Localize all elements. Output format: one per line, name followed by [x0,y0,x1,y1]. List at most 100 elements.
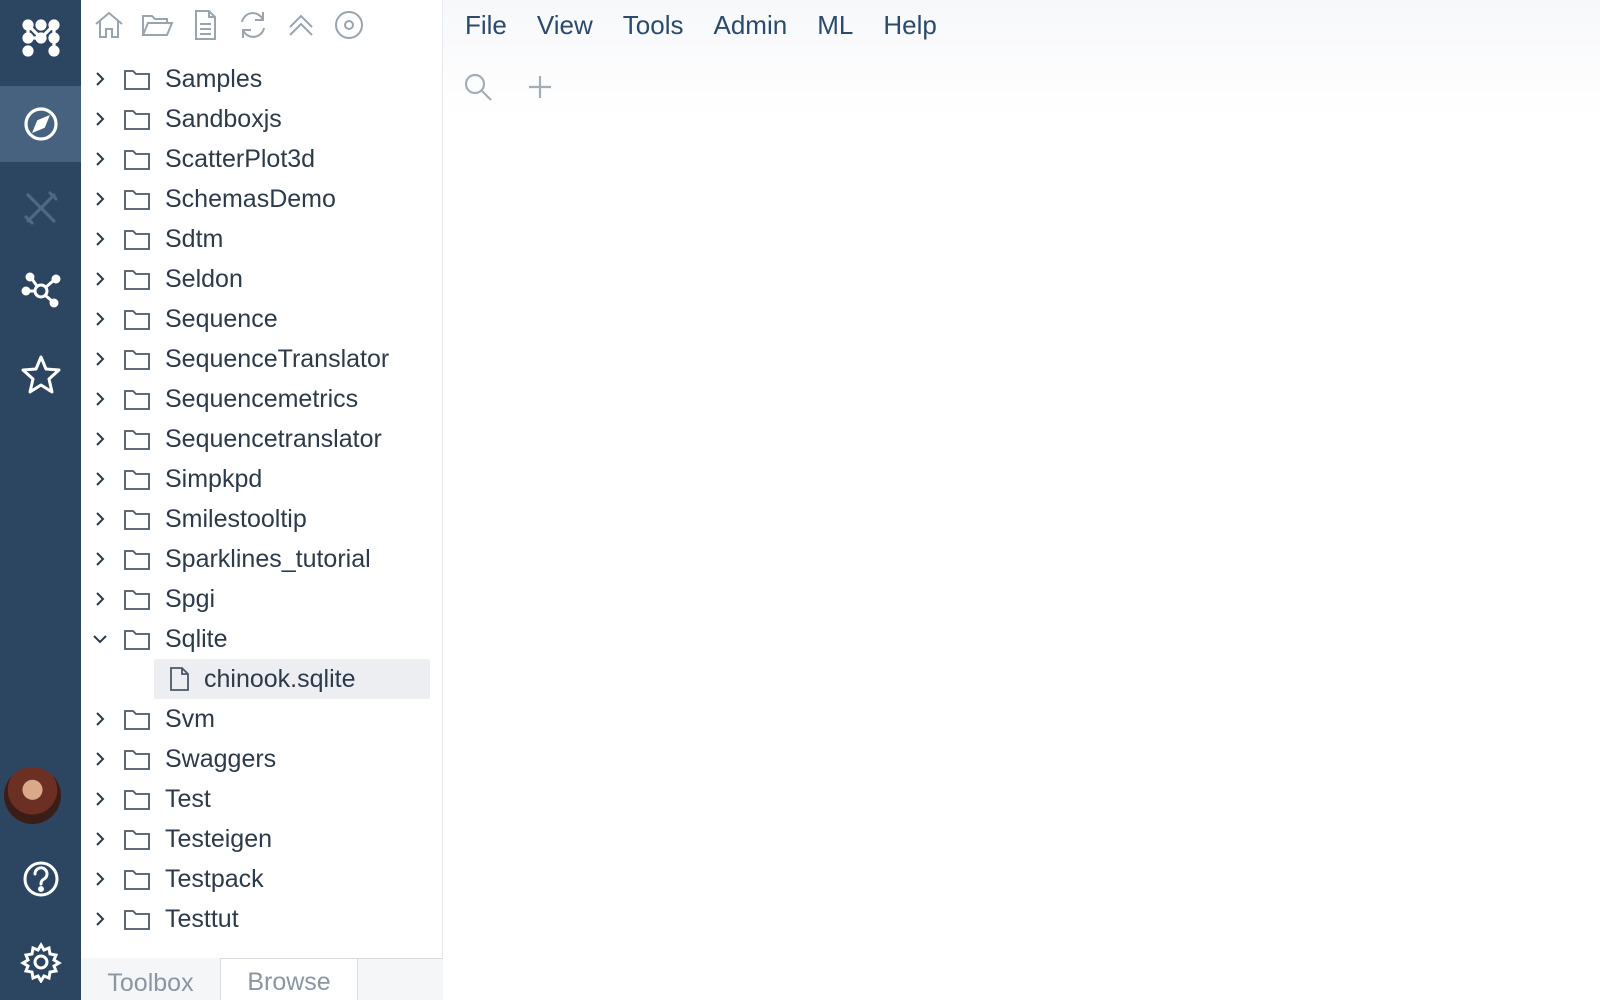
chevron-right-icon[interactable] [91,590,109,608]
folder-icon [123,426,153,452]
tree-folder-row[interactable]: Sequencetranslator [81,419,443,459]
chevron-right-icon[interactable] [91,150,109,168]
tree-folder-row[interactable]: Swaggers [81,739,443,779]
open-folder-icon[interactable] [137,5,177,45]
chevron-down-icon[interactable] [91,630,109,648]
main-menu: File View Tools Admin ML Help [465,10,937,41]
folder-icon [123,746,153,772]
folder-icon [123,866,153,892]
tree-folder-row[interactable]: Sparklines_tutorial [81,539,443,579]
plus-icon[interactable] [523,70,557,104]
folder-icon [123,226,153,252]
tree-folder-label: Simpkpd [165,464,263,493]
chevron-right-icon[interactable] [91,830,109,848]
chevron-right-icon[interactable] [91,390,109,408]
tree-folder-label: Sqlite [165,624,228,653]
collapse-up-icon[interactable] [281,5,321,45]
menu-ml[interactable]: ML [817,10,853,41]
folder-icon [123,386,153,412]
tree-folder-row[interactable]: SequenceTranslator [81,339,443,379]
tree-folder-label: Sequencemetrics [165,384,359,413]
file-icon [168,665,190,693]
gear-icon[interactable] [0,924,81,1000]
chevron-right-icon[interactable] [91,350,109,368]
tree-folder-row[interactable]: ScatterPlot3d [81,139,443,179]
tree-file-row[interactable]: chinook.sqlite [154,659,430,699]
tree-folder-row[interactable]: Testpack [81,859,443,899]
folder-icon [123,186,153,212]
tree-folder-label: Sequence [165,304,278,333]
folder-icon [123,906,153,932]
folder-icon [123,146,153,172]
chevron-right-icon[interactable] [91,790,109,808]
tree-folder-row[interactable]: Sequence [81,299,443,339]
tree-folder-label: Seldon [165,264,243,293]
tree-folder-row[interactable]: Sdtm [81,219,443,259]
avatar[interactable] [4,767,61,824]
tree-folder-row[interactable]: Test [81,779,443,819]
menu-file[interactable]: File [465,10,507,41]
tree-folder-label: SchemasDemo [165,184,336,213]
menu-admin[interactable]: Admin [714,10,788,41]
tree-folder-row[interactable]: Seldon [81,259,443,299]
chevron-right-icon[interactable] [91,470,109,488]
tree-folder-row[interactable]: Sequencemetrics [81,379,443,419]
target-icon[interactable] [329,5,369,45]
main-toolbar [461,70,557,104]
folder-icon [123,826,153,852]
chevron-right-icon[interactable] [91,870,109,888]
tree-folder-label: Testeigen [165,824,273,853]
folder-icon [123,306,153,332]
main-area: File View Tools Admin ML Help [443,0,1600,1000]
folder-icon [123,786,153,812]
chevron-right-icon[interactable] [91,910,109,928]
refresh-icon[interactable] [233,5,273,45]
chevron-right-icon[interactable] [91,270,109,288]
help-icon[interactable] [0,841,81,917]
menu-tools[interactable]: Tools [623,10,684,41]
chevron-right-icon[interactable] [91,110,109,128]
logo-icon[interactable] [0,0,81,76]
chevron-right-icon[interactable] [91,230,109,248]
menubar: File View Tools Admin ML Help [443,0,1600,120]
home-icon[interactable] [89,5,129,45]
tree-folder-row[interactable]: Smilestooltip [81,499,443,539]
star-icon[interactable] [0,336,81,412]
chevron-right-icon[interactable] [91,750,109,768]
search-icon[interactable] [461,70,495,104]
chevron-right-icon[interactable] [91,310,109,328]
tree-folder-row[interactable]: Spgi [81,579,443,619]
tree-folder-row[interactable]: SchemasDemo [81,179,443,219]
tree-folder-row[interactable]: Samples [81,59,443,99]
folder-icon [123,466,153,492]
folder-icon [123,266,153,292]
chevron-right-icon[interactable] [91,550,109,568]
chevron-right-icon[interactable] [91,190,109,208]
tree-folder-label: Test [165,784,211,813]
tree-folder-row[interactable]: Svm [81,699,443,739]
tree-file-label: chinook.sqlite [204,664,356,693]
chevron-right-icon[interactable] [91,510,109,528]
network-icon[interactable] [0,252,81,328]
tree-folder-row[interactable]: Sqlite [81,619,443,659]
tab-toolbox[interactable]: Toolbox [81,958,221,1000]
chevron-right-icon[interactable] [91,70,109,88]
tree-folder-row[interactable]: Testeigen [81,819,443,859]
chevron-right-icon[interactable] [91,710,109,728]
tree-folder-label: Sequencetranslator [165,424,382,453]
menu-view[interactable]: View [537,10,593,41]
tree-folder-row[interactable]: Simpkpd [81,459,443,499]
tree-folder-row[interactable]: Sandboxjs [81,99,443,139]
menu-help[interactable]: Help [883,10,936,41]
file-icon[interactable] [185,5,225,45]
left-rail [0,0,81,1000]
folder-icon [123,626,153,652]
tree-folder-label: Testtut [165,904,239,933]
tab-browse[interactable]: Browse [221,959,358,1000]
tree-folder-row[interactable]: Testtut [81,899,443,939]
tree-folder-label: Samples [165,64,263,93]
scripts-icon[interactable] [0,170,81,246]
browse-compass-icon[interactable] [0,86,81,162]
browse-toolbar [89,4,369,46]
chevron-right-icon[interactable] [91,430,109,448]
